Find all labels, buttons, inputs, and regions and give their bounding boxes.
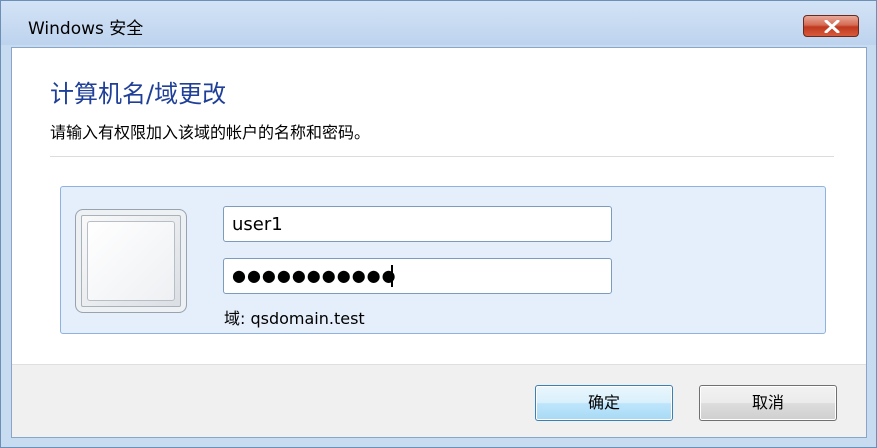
username-input[interactable] <box>223 206 612 242</box>
dialog-instruction: 请输入有权限加入该域的帐户的名称和密码。 <box>50 123 371 142</box>
security-dialog-window: Windows 安全 计算机名/域更改 请输入有权限加入该域的帐户的名称和密码。… <box>0 0 877 448</box>
close-button[interactable] <box>803 15 859 37</box>
user-tile-frame <box>87 221 175 301</box>
password-input[interactable]: ●●●●●●●●●●● <box>223 258 612 294</box>
credential-tile[interactable]: ●●●●●●●●●●● 域: qsdomain.test <box>60 186 826 334</box>
user-tile-icon <box>75 209 187 313</box>
dialog-footer: 确定 取消 <box>12 364 866 437</box>
ok-button[interactable]: 确定 <box>535 385 673 421</box>
text-caret <box>391 265 393 287</box>
cancel-button[interactable]: 取消 <box>699 385 837 421</box>
separator <box>50 156 834 157</box>
dialog-heading: 计算机名/域更改 <box>50 80 227 108</box>
title-bar[interactable]: Windows 安全 <box>1 1 876 45</box>
window-title: Windows 安全 <box>28 19 144 39</box>
dialog-body: 计算机名/域更改 请输入有权限加入该域的帐户的名称和密码。 ●●●●●●●●●●… <box>11 47 867 438</box>
domain-label: 域: qsdomain.test <box>224 309 365 328</box>
password-mask: ●●●●●●●●●●● <box>232 266 397 285</box>
close-icon <box>824 20 840 33</box>
